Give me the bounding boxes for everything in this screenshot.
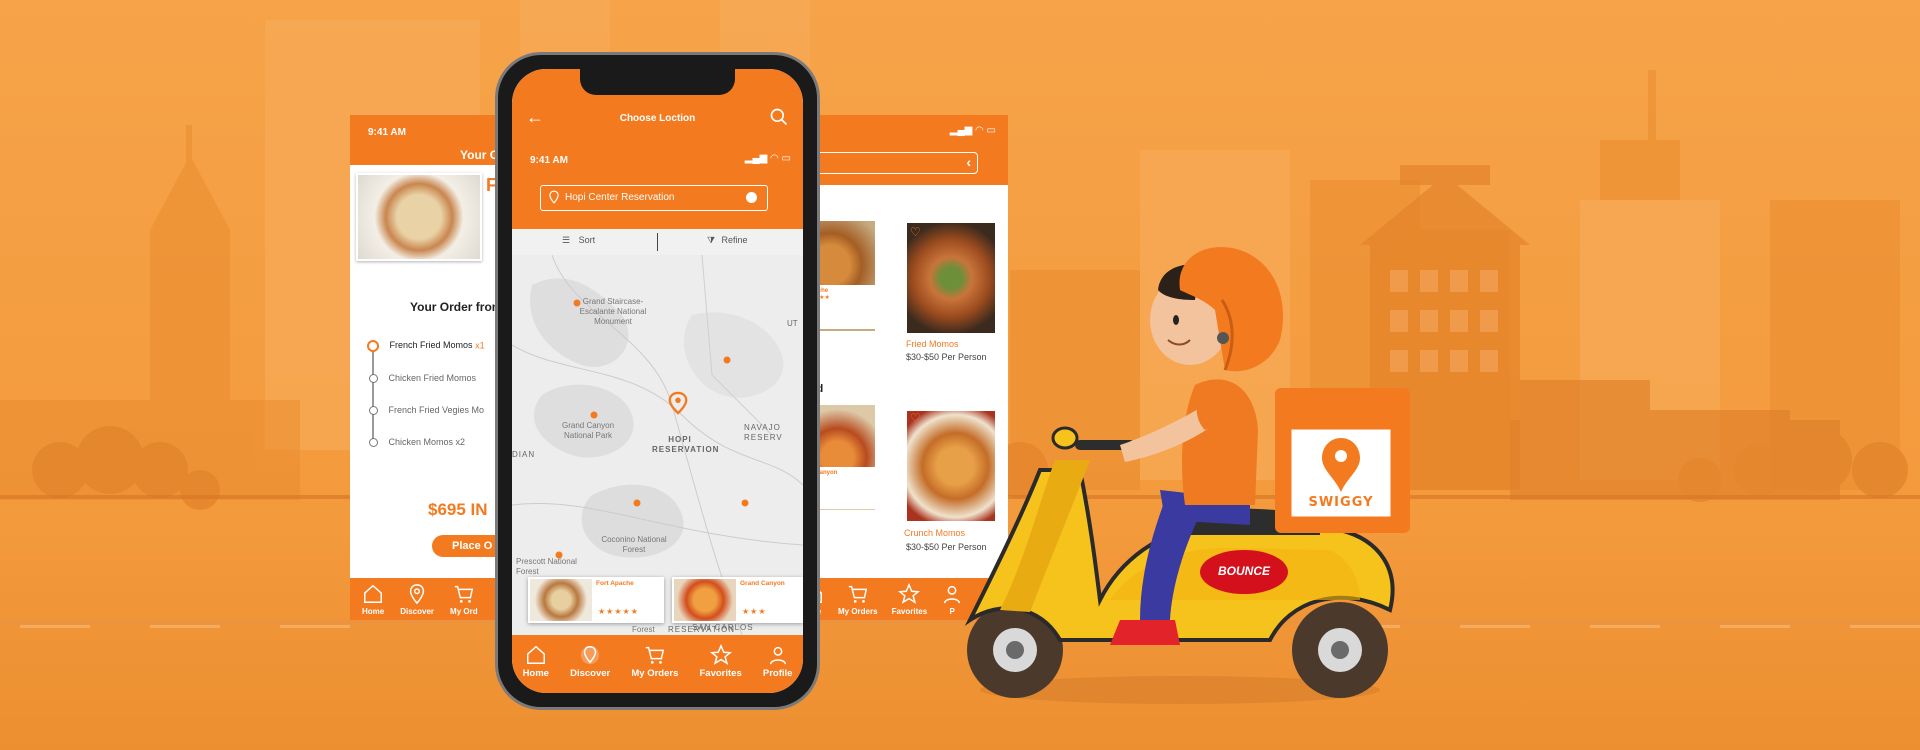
swiggy-box-label: SWIGGY — [1308, 495, 1374, 510]
bounce-scooter-label: BOUNCE — [1217, 564, 1270, 578]
delivery-rider-illustration — [964, 246, 1410, 704]
hero-banner: 9:41 AM Your C F Your Order from French … — [0, 0, 1920, 750]
